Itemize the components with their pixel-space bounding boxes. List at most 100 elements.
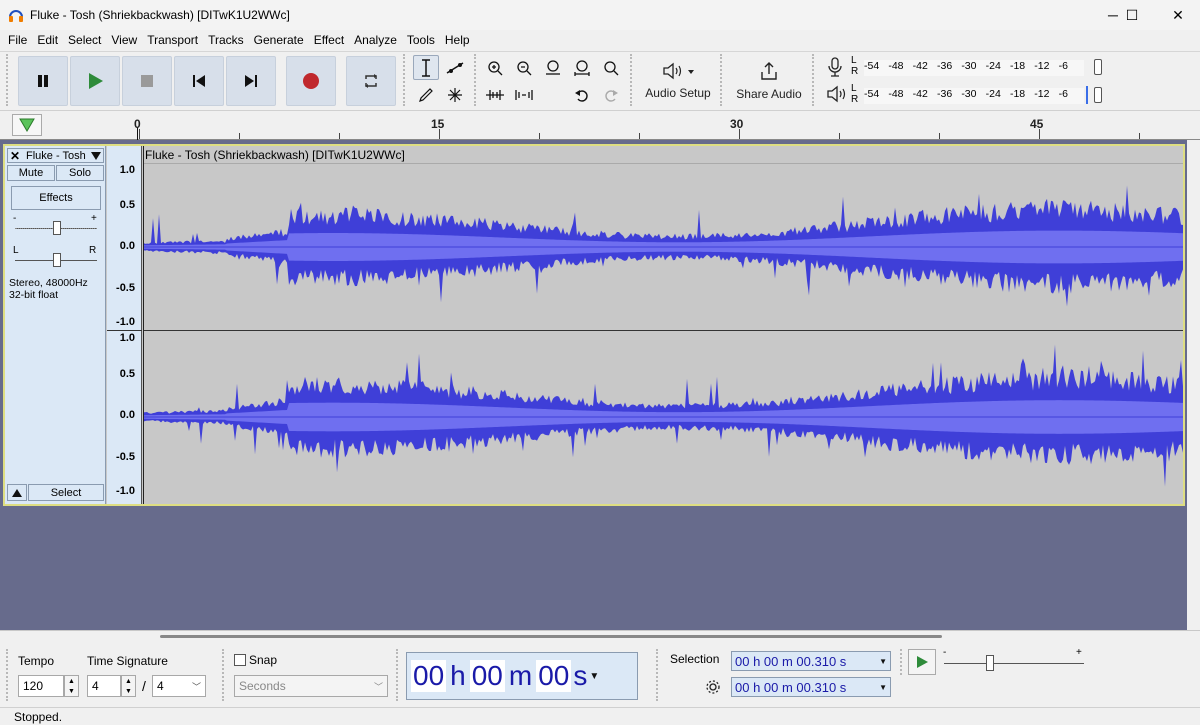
undo-button[interactable] <box>569 82 595 107</box>
tempo-spinner[interactable]: ▲ ▼ <box>64 675 79 697</box>
timeline-options-button[interactable] <box>12 114 42 136</box>
stop-icon <box>141 75 153 87</box>
trim-audio-button[interactable] <box>482 82 508 107</box>
selection-format-dropdown-icon[interactable]: ▼ <box>879 683 887 692</box>
tools-grip[interactable] <box>403 54 409 106</box>
time-sig-denominator-select[interactable]: 4 ﹀ <box>152 675 206 697</box>
pause-button[interactable] <box>18 56 68 106</box>
time-seconds: 00 <box>536 660 572 692</box>
selection-label: Selection <box>670 652 720 666</box>
toolbar: Audio Setup Share Audio L R -54 -48 -42 -36… <box>0 51 1200 109</box>
spin-up-icon[interactable]: ▲ <box>125 678 132 685</box>
zoom-out-button[interactable] <box>511 55 537 80</box>
menu-edit[interactable]: Edit <box>32 33 63 47</box>
menu-tools[interactable]: Tools <box>402 33 440 47</box>
menu-tracks[interactable]: Tracks <box>203 33 249 47</box>
speed-slider-thumb[interactable] <box>986 655 994 671</box>
spin-down-icon[interactable]: ▼ <box>125 688 132 695</box>
snap-checkbox[interactable]: Snap <box>234 653 277 667</box>
play-at-speed-grip[interactable] <box>900 649 906 675</box>
tempo-input[interactable]: 120 <box>18 675 64 697</box>
audio-setup-button[interactable]: Audio Setup <box>640 55 716 107</box>
collapse-track-button[interactable] <box>7 484 27 501</box>
silence-audio-button[interactable] <box>511 82 537 107</box>
record-button[interactable] <box>286 56 336 106</box>
vertical-scrollbar[interactable] <box>1187 140 1200 630</box>
time-display[interactable]: 00 h 00 m 00 s ▼ <box>406 652 638 700</box>
audio-setup-grip[interactable] <box>630 54 636 106</box>
menu-transport[interactable]: Transport <box>142 33 203 47</box>
waveform-right-channel[interactable] <box>143 332 1183 502</box>
horizontal-scrollbar[interactable] <box>160 635 942 638</box>
menu-file[interactable]: File <box>3 33 32 47</box>
menu-effect[interactable]: Effect <box>309 33 349 47</box>
meter-grip[interactable] <box>812 54 818 106</box>
loop-button[interactable] <box>346 56 396 106</box>
menu-select[interactable]: Select <box>63 33 106 47</box>
menu-analyze[interactable]: Analyze <box>349 33 402 47</box>
checkbox-icon[interactable] <box>234 654 246 666</box>
menu-view[interactable]: View <box>106 33 142 47</box>
toolbar-grip[interactable] <box>6 54 12 106</box>
envelope-tool-button[interactable] <box>442 55 468 80</box>
redo-button[interactable] <box>598 82 624 107</box>
time-signature-grip[interactable] <box>6 649 12 701</box>
close-track-icon[interactable]: ✕ <box>8 149 22 163</box>
waveform-left-channel[interactable] <box>143 164 1183 330</box>
menu-help[interactable]: Help <box>440 33 475 47</box>
skip-to-start-button[interactable] <box>174 56 224 106</box>
track-area[interactable]: ✕ Fluke - Tosh Mute Solo Effects - + L R… <box>0 140 1200 630</box>
gear-icon[interactable] <box>705 679 721 695</box>
multi-tool-button[interactable] <box>442 82 468 107</box>
time-grip[interactable] <box>396 649 402 701</box>
selection-format-dropdown-icon[interactable]: ▼ <box>879 657 887 666</box>
mute-label: Mute <box>18 167 44 179</box>
stop-button[interactable] <box>122 56 172 106</box>
draw-tool-button[interactable] <box>413 82 439 107</box>
vertical-ruler[interactable]: 1.0 0.5 0.0 -0.5 -1.0 1.0 0.5 0.0 -0.5 -… <box>107 146 142 504</box>
time-minutes: 00 <box>469 660 505 692</box>
vscale-label: 1.0 <box>119 164 135 176</box>
mute-button[interactable]: Mute <box>7 165 55 181</box>
edit-grip[interactable] <box>474 54 480 106</box>
zoom-in-button[interactable] <box>482 55 508 80</box>
gain-slider-thumb[interactable] <box>53 221 61 235</box>
snap-unit-select[interactable]: Seconds ﹀ <box>234 675 388 697</box>
record-meter-slider[interactable] <box>1094 59 1102 75</box>
share-audio-button[interactable]: Share Audio <box>730 55 808 107</box>
play-button[interactable] <box>70 56 120 106</box>
track-menu-button[interactable]: Fluke - Tosh <box>22 150 103 162</box>
share-grip[interactable] <box>720 54 726 106</box>
menu-generate[interactable]: Generate <box>249 33 309 47</box>
audio-setup-label: Audio Setup <box>645 86 711 100</box>
playback-meter[interactable]: L R -54 -48 -42 -36 -30 -24 -18 -12 -6 <box>824 83 1106 106</box>
time-format-dropdown-icon[interactable]: ▼ <box>589 671 599 682</box>
playback-meter-slider[interactable] <box>1094 87 1102 103</box>
timeline-ruler[interactable]: 0 15 30 45 <box>0 110 1200 141</box>
fit-selection-button[interactable] <box>540 55 566 80</box>
time-sig-spinner[interactable]: ▲ ▼ <box>121 675 136 697</box>
selection-tool-button[interactable] <box>413 55 439 80</box>
select-track-button[interactable]: Select <box>28 484 104 501</box>
pan-slider-thumb[interactable] <box>53 253 61 267</box>
record-icon <box>303 73 319 89</box>
effects-button[interactable]: Effects <box>11 186 101 210</box>
clip-title-bar[interactable]: Fluke - Tosh (Shriekbackwash) [DITwK1U2W… <box>143 146 1183 164</box>
skip-to-end-button[interactable] <box>226 56 276 106</box>
time-sig-numerator-input[interactable]: 4 <box>87 675 121 697</box>
audio-track[interactable]: ✕ Fluke - Tosh Mute Solo Effects - + L R… <box>3 144 1185 506</box>
zoom-toggle-button[interactable] <box>598 55 624 80</box>
close-window-button[interactable]: ✕ <box>1155 0 1200 30</box>
selection-grip[interactable] <box>656 649 662 701</box>
solo-button[interactable]: Solo <box>56 165 104 181</box>
play-at-speed-button[interactable] <box>908 649 936 675</box>
pencil-icon <box>419 87 433 102</box>
snap-grip[interactable] <box>222 649 228 701</box>
selection-start-field[interactable]: 00 h 00 m 00.310 s ▼ <box>731 651 891 671</box>
spin-up-icon[interactable]: ▲ <box>68 678 75 685</box>
record-meter[interactable]: L R -54 -48 -42 -36 -30 -24 -18 -12 -6 <box>824 55 1106 78</box>
fit-project-button[interactable] <box>569 55 595 80</box>
selection-end-field[interactable]: 00 h 00 m 00.310 s ▼ <box>731 677 891 697</box>
maximize-button[interactable]: ☐ <box>1109 0 1155 30</box>
spin-down-icon[interactable]: ▼ <box>68 688 75 695</box>
